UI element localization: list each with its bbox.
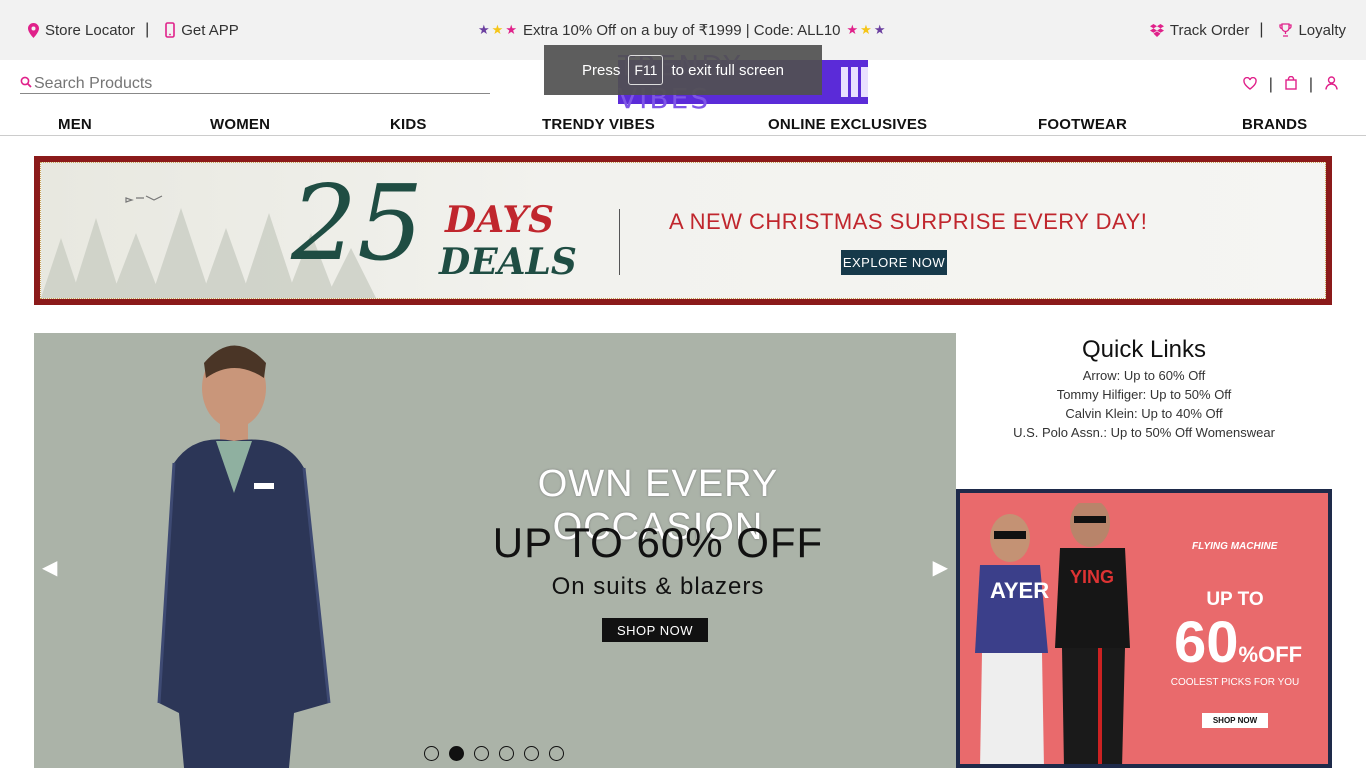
offer-strip: ★ ★ ★ Extra 10% Off on a buy of ₹1999 | Co… <box>478 21 885 39</box>
christmas-message: A NEW CHRISTMAS SURPRISE EVERY DAY! <box>669 209 1148 234</box>
promo-off: OFF <box>1258 642 1303 667</box>
topbar-left: Store Locator | Get APP <box>28 21 239 39</box>
store-locator-label: Store Locator <box>45 21 136 39</box>
carousel-prev-arrow[interactable]: ◀ <box>42 555 57 580</box>
days-label: DAYS <box>445 199 555 241</box>
store-locator-link[interactable]: Store Locator <box>28 22 135 39</box>
promo-percent-sign: % <box>1238 642 1259 667</box>
carousel-dot[interactable] <box>549 746 564 761</box>
flying-machine-promo[interactable]: AYER YING FLYING MACHINE UP TO 60%OFF CO… <box>956 489 1332 768</box>
quick-link-tommy-hilfiger[interactable]: Tommy Hilfiger: Up to 50% Off <box>956 385 1332 404</box>
divider <box>619 209 620 275</box>
nav-item-trendy-vibes[interactable]: TRENDY VIBES <box>542 116 655 133</box>
star-icon: ★ <box>505 22 517 37</box>
star-icon: ★ <box>860 22 872 37</box>
track-order-label: Track Order <box>1169 21 1250 39</box>
track-order-link[interactable]: Track Order <box>1149 21 1250 39</box>
nav-item-women[interactable]: WOMEN <box>210 116 270 133</box>
model-in-suit-image <box>157 345 331 768</box>
loyalty-label: Loyalty <box>1298 21 1346 39</box>
main-navigation: MEN WOMEN KIDS TRENDY VIBES ONLINE EXCLU… <box>0 114 1366 136</box>
promo-brand: FLYING MACHINE <box>1192 541 1278 552</box>
models-image: AYER YING <box>975 503 1130 764</box>
deals-label: DEALS <box>439 241 577 283</box>
fullscreen-rest: to exit full screen <box>671 61 784 79</box>
search-bar <box>20 74 490 94</box>
carousel-dot[interactable] <box>474 746 489 761</box>
nav-item-online-exclusives[interactable]: ONLINE EXCLUSIVES <box>768 116 927 133</box>
svg-text:AYER: AYER <box>990 578 1049 603</box>
user-account-icon[interactable] <box>1325 76 1338 94</box>
shopping-bag-icon[interactable] <box>1285 75 1297 94</box>
promo-tagline: COOLEST PICKS FOR YOU <box>1170 677 1300 688</box>
quick-link-arrow[interactable]: Arrow: Up to 60% Off <box>956 366 1332 385</box>
carousel-dot-active[interactable] <box>449 746 464 761</box>
trophy-icon <box>1279 23 1293 37</box>
separator: | <box>1268 76 1273 93</box>
deal-number: 25 <box>291 162 424 284</box>
promo-up-to: UP TO <box>1206 589 1264 610</box>
get-app-link[interactable]: Get APP <box>165 22 239 39</box>
location-pin-icon <box>28 22 39 38</box>
fullscreen-notice: Press F11 to exit full screen <box>544 45 822 95</box>
promo-shop-now-button[interactable]: SHOP NOW <box>1202 713 1268 728</box>
star-icon: ★ <box>491 22 504 37</box>
search-input[interactable] <box>34 74 474 93</box>
search-icon[interactable] <box>20 76 32 91</box>
carousel-dot[interactable] <box>524 746 539 761</box>
nav-item-footwear[interactable]: FOOTWEAR <box>1038 116 1127 133</box>
f11-key: F11 <box>628 55 664 85</box>
get-app-label: Get APP <box>181 21 239 39</box>
promo-percent: 60%OFF <box>1174 609 1302 676</box>
carousel-dots <box>424 746 564 761</box>
hero-subtext: On suits & blazers <box>551 573 765 600</box>
hero-offer: UP TO 60% OFF <box>492 519 824 566</box>
hero-shop-now-button[interactable]: SHOP NOW <box>602 618 708 642</box>
nav-item-men[interactable]: MEN <box>58 116 92 133</box>
hero-carousel: ◀ ▶ OWN EVERY OCCASION UP TO 60% OFF On … <box>34 333 956 768</box>
loyalty-link[interactable]: Loyalty <box>1279 22 1346 39</box>
star-icon: ★ <box>846 22 859 37</box>
explore-now-button[interactable]: EXPLORE NOW <box>841 250 947 275</box>
mobile-phone-icon <box>165 22 176 38</box>
quick-link-calvin-klein[interactable]: Calvin Klein: Up to 40% Off <box>956 404 1332 423</box>
topbar-right: Track Order | Loyalty <box>1149 21 1346 39</box>
track-order-icon <box>1149 23 1164 37</box>
quick-links: Quick Links Arrow: Up to 60% Off Tommy H… <box>956 336 1332 442</box>
separator: | <box>1308 76 1313 93</box>
star-icon: ★ <box>873 22 886 37</box>
fullscreen-press: Press <box>582 61 621 79</box>
separator: | <box>145 21 150 38</box>
nav-item-kids[interactable]: KIDS <box>390 116 427 133</box>
carousel-dot[interactable] <box>424 746 439 761</box>
promo-percent-value: 60 <box>1174 610 1239 675</box>
separator: | <box>1259 21 1264 38</box>
wishlist-icon[interactable] <box>1242 76 1257 94</box>
carousel-next-arrow[interactable]: ▶ <box>933 555 948 580</box>
banner-content: 25 DAYS DEALS A NEW CHRISTMAS SURPRISE E… <box>40 162 1326 299</box>
logo-mark-icon <box>841 67 868 97</box>
svg-text:YING: YING <box>1070 567 1114 587</box>
carousel-dot[interactable] <box>499 746 514 761</box>
promo-content: AYER YING FLYING MACHINE UP TO 60%OFF CO… <box>960 493 1328 764</box>
nav-item-brands[interactable]: BRANDS <box>1242 116 1307 133</box>
header-actions: | | <box>1242 75 1338 94</box>
quick-links-title: Quick Links <box>1081 336 1207 363</box>
christmas-deals-banner[interactable]: 25 DAYS DEALS A NEW CHRISTMAS SURPRISE E… <box>34 156 1332 305</box>
quick-link-us-polo[interactable]: U.S. Polo Assn.: Up to 50% Off Womenswea… <box>956 423 1332 442</box>
offer-text: Extra 10% Off on a buy of ₹1999 | Code: … <box>522 22 841 39</box>
star-icon: ★ <box>478 22 490 37</box>
